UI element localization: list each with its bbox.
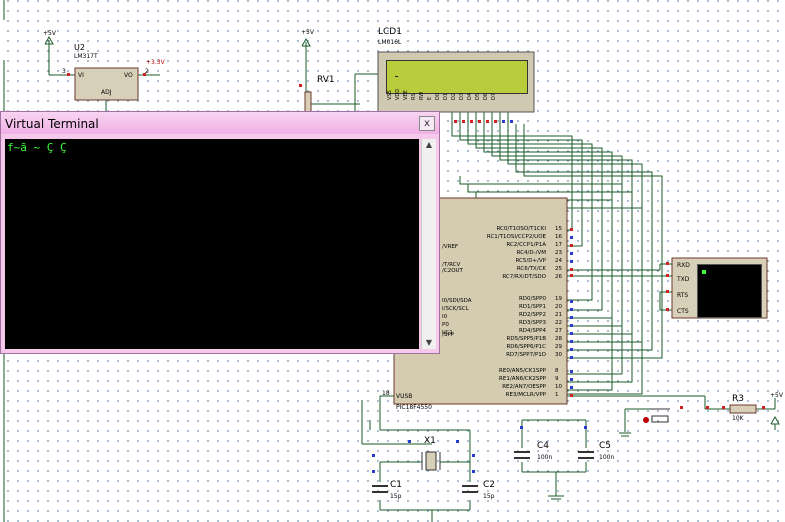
r3-supply-label: +5V <box>770 392 783 399</box>
mcu-vusb-label: VUSB <box>396 393 413 400</box>
lcd-text: - <box>393 69 401 83</box>
u2-part: LM317T <box>74 53 98 60</box>
term2-pin-cts: CTS <box>677 308 689 315</box>
lcd-pin-label: VEE <box>403 90 409 100</box>
terminal-cursor <box>702 270 706 274</box>
vertical-scrollbar[interactable]: ▲ ▼ <box>421 139 436 349</box>
rv1-supply-label: +5V <box>301 29 314 36</box>
lcd-pin-label: VSS <box>387 90 393 100</box>
scroll-down-icon[interactable]: ▼ <box>422 337 436 349</box>
lcd-pin-label: D3 <box>459 92 465 100</box>
lcd-pin-label: RS <box>411 93 417 100</box>
virtual-terminal-window[interactable]: Virtual Terminal x f~ã ~ Ç Ç ▲ ▼ <box>0 111 440 354</box>
virtual-terminal-title: Virtual Terminal <box>5 117 99 131</box>
u2-regulator[interactable] <box>75 68 138 100</box>
r3-value: 10K <box>732 415 744 422</box>
reset-button[interactable] <box>642 404 672 424</box>
lcd-pin-label: D1 <box>443 92 449 100</box>
c2-value: 15p <box>483 493 495 500</box>
lcd-pin-label: D2 <box>451 92 457 100</box>
mcu-chip[interactable] <box>440 198 567 404</box>
rv1-name: RV1 <box>317 75 335 85</box>
mcu-part: PIC18F4550 <box>396 404 432 411</box>
u2-pin2: 2 <box>145 68 149 75</box>
mcu-vusb-pin: 18 <box>382 390 390 397</box>
term2-pin-txd: TXD <box>677 276 690 283</box>
capacitor-c1[interactable] <box>372 482 388 496</box>
c5-name: C5 <box>599 441 612 451</box>
crystal-name: X1 <box>424 436 436 446</box>
term2-pin-rts: RTS <box>677 292 689 299</box>
u2-supply-label: +5V <box>43 30 56 37</box>
r3-name: R3 <box>732 394 744 404</box>
u2-output-label: +3.3V <box>146 59 165 66</box>
c2-name: C2 <box>483 480 496 490</box>
terminal-output: f~ã ~ Ç Ç <box>7 141 67 154</box>
lcd-pin-label: RW <box>419 91 425 100</box>
capacitor-c2[interactable] <box>462 482 478 496</box>
rv1-potentiometer[interactable] <box>303 90 313 112</box>
lcd-pin-label: D6 <box>483 92 489 100</box>
c1-value: 15p <box>390 493 402 500</box>
lcd-name: LCD1 <box>378 27 402 37</box>
lcd-pin-label: D4 <box>467 92 473 100</box>
lcd-pin-label: D0 <box>435 92 441 100</box>
lcd-pin-label: D7 <box>491 92 497 100</box>
crystal-x1[interactable] <box>420 450 442 472</box>
u2-pin3: 3 <box>62 68 66 75</box>
lcd-part: LM016L <box>378 39 402 46</box>
lcd-pin-label: E <box>427 96 433 100</box>
c4-name: C4 <box>537 441 550 451</box>
terminal-component-screen[interactable] <box>697 264 762 318</box>
scroll-up-icon[interactable]: ▲ <box>422 139 436 151</box>
close-button[interactable]: x <box>419 116 435 131</box>
capacitor-c4[interactable] <box>514 448 530 462</box>
virtual-terminal-screen[interactable]: f~ã ~ Ç Ç <box>5 139 419 349</box>
lcd-pin-label: D5 <box>475 92 481 100</box>
term2-pin-rxd: RXD <box>677 262 690 269</box>
resistor-r3[interactable] <box>730 404 756 414</box>
virtual-terminal-titlebar[interactable]: Virtual Terminal x <box>1 112 439 134</box>
close-icon: x <box>424 118 430 129</box>
lcd-display[interactable]: - <box>386 60 528 94</box>
capacitor-c5[interactable] <box>578 448 594 462</box>
lcd-pin-label: VDD <box>395 88 401 100</box>
c5-value: 100n <box>599 454 615 461</box>
c4-value: 100n <box>537 454 553 461</box>
u2-name: U2 <box>74 43 85 52</box>
c1-name: C1 <box>390 480 403 490</box>
